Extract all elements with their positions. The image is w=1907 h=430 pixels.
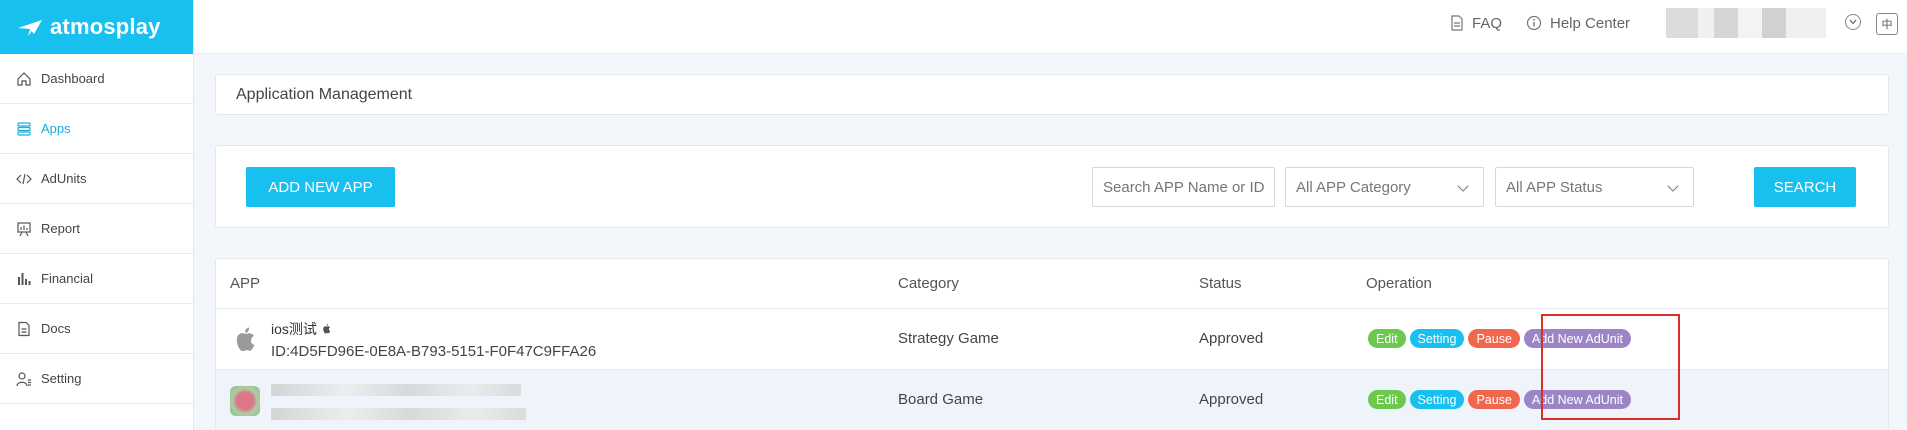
category-select-value: All APP Category	[1296, 178, 1411, 196]
home-icon	[15, 70, 33, 88]
brand-logo[interactable]: atmosplay	[0, 0, 193, 54]
column-header-operation: Operation	[1366, 275, 1432, 292]
app-id-blurred	[271, 408, 526, 420]
app-category: Board Game	[898, 391, 984, 408]
document-icon	[1451, 15, 1463, 31]
language-switch-button[interactable]: 中	[1876, 13, 1898, 35]
category-select[interactable]: All APP Category	[1285, 167, 1484, 207]
apple-app-icon	[228, 323, 262, 357]
filter-panel: ADD NEW APP All APP Category All APP Sta…	[215, 145, 1889, 228]
sidebar-item-dashboard[interactable]: Dashboard	[0, 54, 193, 104]
setting-button[interactable]: Setting	[1409, 390, 1465, 409]
sidebar-item-label: AdUnits	[41, 171, 87, 186]
sidebar: atmosplay Dashboard Apps AdUnits Report	[0, 0, 194, 430]
help-center-label: Help Center	[1550, 14, 1631, 32]
sidebar-item-label: Dashboard	[41, 71, 105, 86]
column-header-status: Status	[1199, 275, 1242, 292]
chevron-down-icon[interactable]	[1845, 14, 1861, 30]
sidebar-item-label: Setting	[41, 371, 82, 386]
app-name: ios测试	[271, 319, 332, 339]
faq-label: FAQ	[1472, 14, 1503, 32]
info-icon	[1526, 15, 1542, 31]
app-name-blurred	[271, 384, 521, 396]
setting-button[interactable]: Setting	[1409, 329, 1465, 348]
faq-link[interactable]: FAQ	[1450, 0, 1502, 46]
sidebar-item-financial[interactable]: Financial	[0, 254, 193, 304]
app-name-text: ios测试	[271, 321, 317, 337]
annotation-highlight-box	[1541, 314, 1680, 420]
brand-name: atmosplay	[50, 14, 161, 39]
edit-button[interactable]: Edit	[1368, 329, 1406, 348]
status-select-value: All APP Status	[1506, 178, 1603, 196]
code-icon	[15, 170, 33, 188]
chevron-down-icon	[1457, 180, 1469, 192]
sidebar-item-label: Report	[41, 221, 81, 236]
app-category: Strategy Game	[898, 330, 999, 347]
status-select[interactable]: All APP Status	[1495, 167, 1694, 207]
edit-button[interactable]: Edit	[1368, 390, 1406, 409]
app-id: ID:4D5FD96E-0E8A-B793-5151-F0F47C9FFA26	[271, 343, 597, 360]
table-header: APP Category Status Operation	[216, 259, 1888, 309]
bar-chart-icon	[15, 270, 33, 288]
plane-logo-icon	[16, 16, 44, 38]
page-title: Application Management	[236, 85, 413, 103]
user-settings-icon	[15, 370, 33, 388]
sidebar-nav: Dashboard Apps AdUnits Report Financial	[0, 54, 193, 404]
sidebar-item-label: Financial	[41, 271, 94, 286]
pause-button[interactable]: Pause	[1468, 390, 1520, 409]
pause-button[interactable]: Pause	[1468, 329, 1520, 348]
document-icon	[15, 320, 33, 338]
app-status: Approved	[1199, 330, 1264, 347]
sidebar-item-apps[interactable]: Apps	[0, 104, 193, 154]
page-title-card: Application Management	[215, 74, 1889, 115]
search-button[interactable]: SEARCH	[1754, 167, 1856, 207]
top-bar	[194, 0, 1907, 54]
user-account-blurred[interactable]	[1666, 8, 1826, 38]
sidebar-item-label: Apps	[41, 121, 71, 136]
apps-icon	[15, 120, 33, 138]
sidebar-item-report[interactable]: Report	[0, 204, 193, 254]
chevron-down-icon	[1667, 180, 1679, 192]
column-header-app: APP	[230, 275, 261, 292]
column-header-category: Category	[898, 275, 959, 292]
add-new-app-button[interactable]: ADD NEW APP	[246, 167, 395, 207]
sidebar-item-docs[interactable]: Docs	[0, 304, 193, 354]
sidebar-item-adunits[interactable]: AdUnits	[0, 154, 193, 204]
sidebar-item-setting[interactable]: Setting	[0, 354, 193, 404]
help-center-link[interactable]: Help Center	[1526, 0, 1630, 46]
apple-icon	[323, 324, 331, 334]
sidebar-item-label: Docs	[41, 321, 71, 336]
search-input[interactable]	[1092, 167, 1275, 207]
app-status: Approved	[1199, 391, 1264, 408]
report-icon	[15, 220, 33, 238]
app-icon-blurred	[228, 384, 262, 418]
